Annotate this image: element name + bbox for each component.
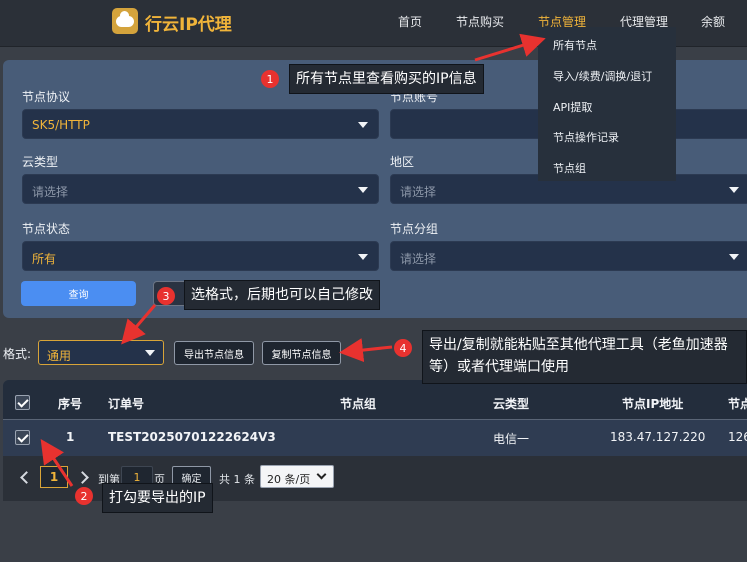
annotation-tip-2: 打勾要导出的IP xyxy=(102,483,213,513)
row-cloud: 电信一 xyxy=(493,432,530,446)
brand-name[interactable]: 行云IP代理 xyxy=(145,10,232,35)
region-placeholder: 请选择 xyxy=(400,185,437,199)
node-table: 序号 订单号 节点组 云类型 节点IP地址 节点 1 TEST202507012… xyxy=(3,380,747,456)
protocol-select[interactable]: SK5/HTTP xyxy=(22,109,379,139)
status-select[interactable]: 所有 xyxy=(22,241,379,271)
region-label: 地区 xyxy=(390,155,415,169)
copy-button[interactable]: 复制节点信息 xyxy=(262,341,341,365)
annotation-tip-1: 所有节点里查看购买的IP信息 xyxy=(289,64,484,94)
cloud-type-placeholder: 请选择 xyxy=(32,185,69,199)
format-label: 格式: xyxy=(3,347,32,361)
menu-import-renew[interactable]: 导入/续费/调换/退订 xyxy=(553,68,652,84)
col-cloud: 云类型 xyxy=(493,397,530,411)
nav-balance[interactable]: 余额 xyxy=(701,13,725,30)
annotation-badge-3: 3 xyxy=(157,287,175,305)
cloud-type-select[interactable]: 请选择 xyxy=(22,174,379,204)
row-ip: 183.47.127.220 xyxy=(610,430,706,444)
cloud-type-label: 云类型 xyxy=(22,155,59,169)
annotation-badge-1: 1 xyxy=(261,70,279,88)
group-select[interactable]: 请选择 xyxy=(390,241,747,271)
status-value: 所有 xyxy=(32,252,57,266)
prev-page-icon[interactable] xyxy=(19,470,29,484)
protocol-label: 节点协议 xyxy=(22,90,71,104)
nav-node-purchase[interactable]: 节点购买 xyxy=(456,13,504,30)
caret-down-icon xyxy=(729,254,739,260)
annotation-tip-3: 选格式，后期也可以自己修改 xyxy=(184,280,380,310)
caret-down-icon xyxy=(729,187,739,193)
menu-api-extract[interactable]: API提取 xyxy=(553,99,592,115)
menu-node-group[interactable]: 节点组 xyxy=(553,160,586,176)
cloud-logo-icon[interactable] xyxy=(112,8,138,34)
current-page[interactable]: 1 xyxy=(40,466,68,488)
row-port: 126 xyxy=(728,430,747,444)
status-label: 节点状态 xyxy=(22,222,71,236)
table-header: 序号 订单号 节点组 云类型 节点IP地址 节点 xyxy=(3,380,747,420)
group-label: 节点分组 xyxy=(390,222,439,236)
col-order: 订单号 xyxy=(108,397,145,411)
page-size-select[interactable]: 20 条/页 xyxy=(260,465,334,488)
row-index: 1 xyxy=(66,430,75,444)
page-size-value: 20 条/页 xyxy=(267,473,311,486)
annotation-tip-4: 导出/复制就能粘贴至其他代理工具（老鱼加速器等）或者代理端口使用 xyxy=(422,330,747,384)
menu-all-nodes[interactable]: 所有节点 xyxy=(553,37,597,53)
col-ip: 节点IP地址 xyxy=(622,397,684,411)
nav-home[interactable]: 首页 xyxy=(398,13,422,30)
menu-operation-log[interactable]: 节点操作记录 xyxy=(553,129,619,145)
caret-down-icon xyxy=(358,254,368,260)
col-port: 节点 xyxy=(728,397,747,411)
annotation-badge-4: 4 xyxy=(394,339,412,357)
col-index: 序号 xyxy=(58,397,83,411)
row-checkbox[interactable] xyxy=(15,430,30,445)
caret-down-icon xyxy=(145,350,155,356)
query-button[interactable]: 查询 xyxy=(21,281,136,306)
caret-down-icon xyxy=(358,187,368,193)
group-placeholder: 请选择 xyxy=(400,252,437,266)
protocol-value: SK5/HTTP xyxy=(32,118,90,132)
next-page-icon[interactable] xyxy=(79,470,89,484)
chevron-down-icon xyxy=(316,469,327,480)
export-button[interactable]: 导出节点信息 xyxy=(174,341,254,365)
format-select[interactable]: 通用 xyxy=(38,340,164,365)
total-count: 共 1 条 xyxy=(219,473,255,486)
row-order: TEST20250701222624V3 xyxy=(108,430,276,444)
node-management-dropdown: 所有节点 导入/续费/调换/退订 API提取 节点操作记录 节点组 xyxy=(538,27,676,181)
select-all-checkbox[interactable] xyxy=(15,395,30,410)
format-value: 通用 xyxy=(47,349,72,363)
col-group: 节点组 xyxy=(340,397,377,411)
caret-down-icon xyxy=(358,122,368,128)
annotation-badge-2: 2 xyxy=(75,487,93,505)
